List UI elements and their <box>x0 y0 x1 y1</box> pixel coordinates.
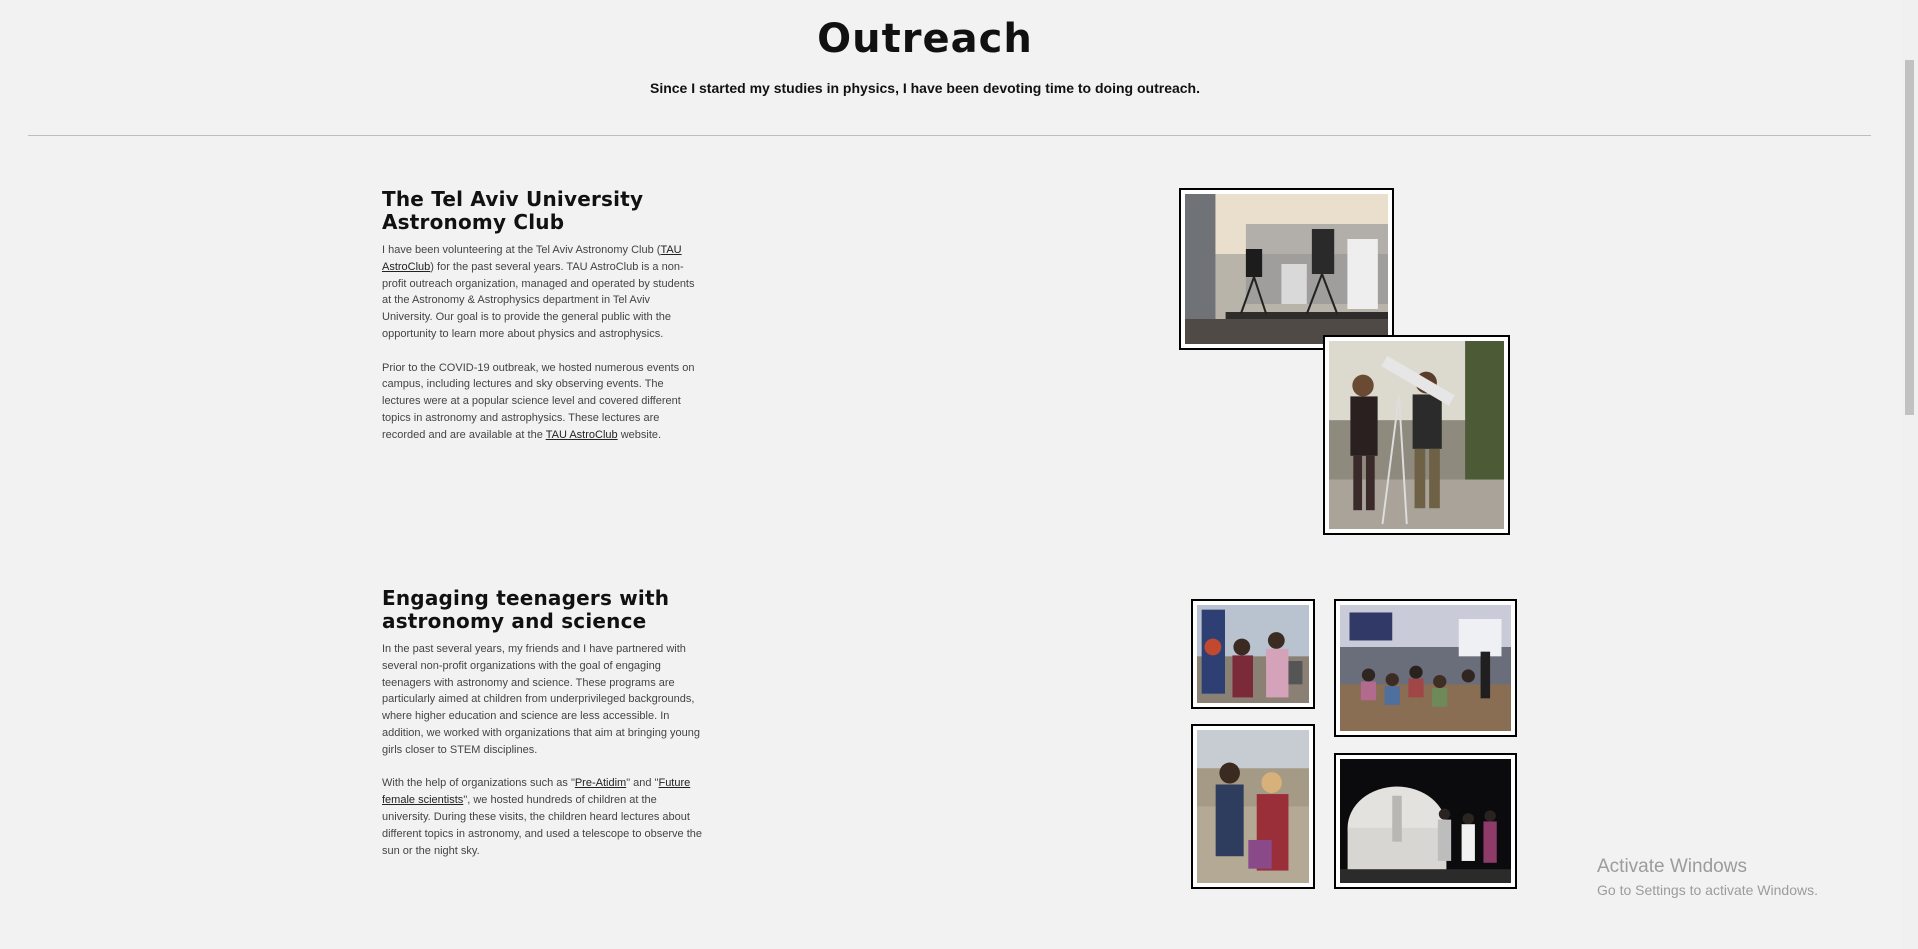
paragraph: In the past several years, my friends an… <box>382 643 700 756</box>
section-title-line: Astronomy Club <box>382 210 565 234</box>
section-title-line: astronomy and science <box>382 609 647 633</box>
paragraph-text: I have been volunteering at the Tel Aviv… <box>382 244 661 256</box>
activate-windows-title: Activate Windows <box>1597 856 1747 877</box>
tau-astroclub-website-link[interactable]: TAU AstroClub <box>546 429 618 441</box>
paragraph-text: With the help of organizations such as " <box>382 777 575 790</box>
section-body-engaging-teenagers: In the past several years, my friends an… <box>382 641 702 876</box>
people-with-telescope-photo <box>1323 335 1510 535</box>
paragraph: With the help of organizations such as "… <box>382 775 702 859</box>
activate-windows-subtitle: Go to Settings to activate Windows. <box>1597 882 1818 898</box>
students-outdoor-photo <box>1191 599 1315 709</box>
classroom-photo <box>1334 599 1517 737</box>
section-title-line: The Tel Aviv University <box>382 187 644 211</box>
paragraph-text: " and " <box>626 777 659 790</box>
section-title-line: Engaging teenagers with <box>382 586 670 610</box>
girls-looking-photo <box>1191 724 1315 889</box>
paragraph: I have been volunteering at the Tel Aviv… <box>382 242 702 343</box>
section-body-astronomy-club: I have been volunteering at the Tel Aviv… <box>382 242 702 460</box>
observatory-night-photo <box>1334 753 1517 889</box>
section-title-astronomy-club: The Tel Aviv University Astronomy Club <box>382 188 712 234</box>
paragraph-text: website. <box>617 428 662 441</box>
page-title: Outreach <box>817 16 1033 62</box>
section-title-engaging-teenagers: Engaging teenagers with astronomy and sc… <box>382 587 712 633</box>
page: Outreach Since I started my studies in p… <box>0 0 1918 949</box>
pre-atidim-link[interactable]: Pre-Atidim <box>575 777 626 789</box>
scrollbar-track[interactable] <box>1901 0 1918 949</box>
paragraph: Prior to the COVID-19 outbreak, we hoste… <box>382 360 702 444</box>
scrollbar-thumb[interactable] <box>1905 60 1914 415</box>
telescopes-photo <box>1179 188 1394 350</box>
divider <box>28 135 1871 136</box>
page-subtitle: Since I started my studies in physics, I… <box>649 80 1200 96</box>
